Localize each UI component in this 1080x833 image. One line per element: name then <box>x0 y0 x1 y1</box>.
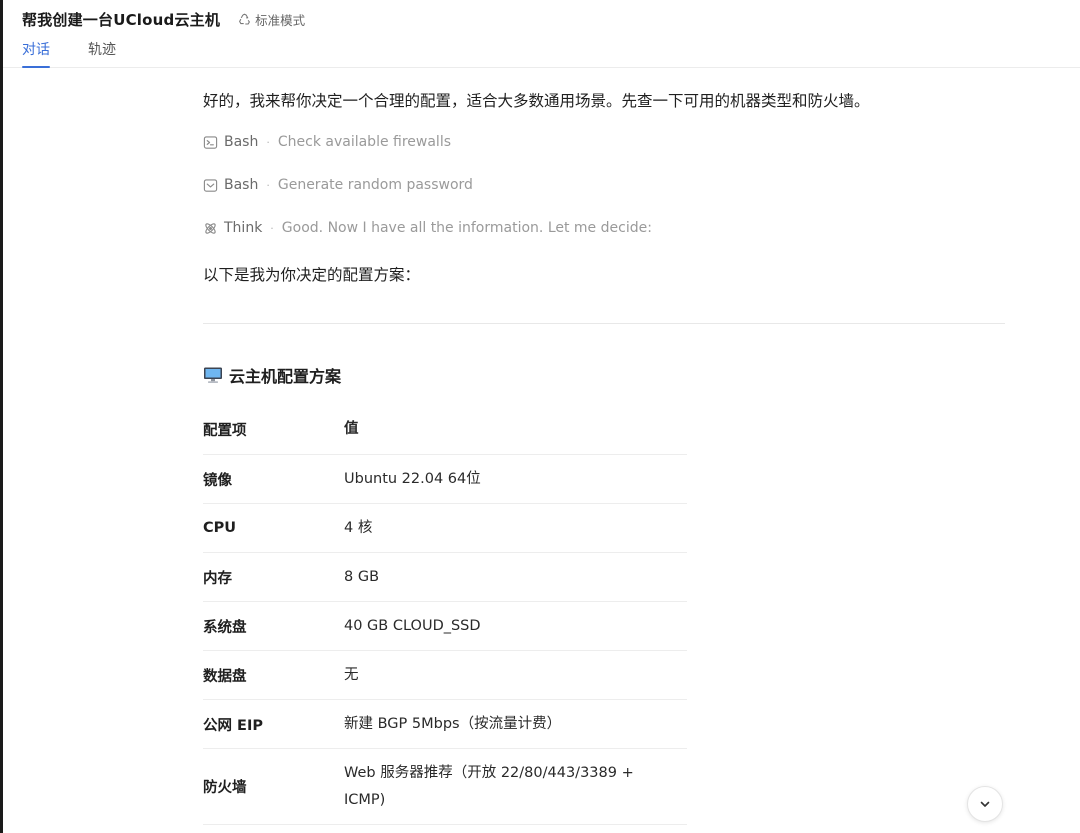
table-cell-value: Ubuntu 22.04 64位 <box>344 470 481 487</box>
table-row: 内存 8 GB <box>203 553 687 602</box>
step-tool-label: Bash <box>224 177 259 193</box>
tool-step-bash-firewalls[interactable]: Bash · Check available firewalls <box>203 134 451 150</box>
table-cell-key: 内存 <box>203 570 232 587</box>
table-cell-value: 无 <box>344 666 359 683</box>
table-row: 防火墙 Web 服务器推荐（开放 22/80/443/3389 + ICMP) <box>203 749 687 825</box>
chevron-box-icon <box>203 178 218 192</box>
table-cell-value: 8 GB <box>344 568 380 585</box>
table-cell-key: CPU <box>203 520 237 536</box>
mode-label: 标准模式 <box>255 13 306 28</box>
table-cell-key: 防火墙 <box>203 780 247 796</box>
table-cell-value: 40 GB CLOUD_SSD <box>344 617 481 634</box>
table-cell-value: Web 服务器推荐（开放 22/80/443/3389 + ICMP) <box>344 764 634 808</box>
assistant-message-intro: 好的，我来帮你决定一个合理的配置，适合大多数通用场景。先查一下可用的机器类型和防… <box>203 92 870 110</box>
table-header-cell: 值 <box>344 421 359 437</box>
tab-conversation[interactable]: 对话 <box>22 40 50 68</box>
table-cell-key: 公网 EIP <box>203 717 263 734</box>
recycle-icon <box>239 13 250 25</box>
tab-bar: 对话 轨迹 <box>22 40 154 68</box>
step-description: Good. Now I have all the information. Le… <box>281 220 652 236</box>
chevron-down-icon <box>980 801 990 807</box>
step-separator: · <box>270 221 274 235</box>
table-cell-key: 镜像 <box>203 472 232 489</box>
table-row: 系统盘 40 GB CLOUD_SSD <box>203 602 687 651</box>
mode-indicator[interactable]: 标准模式 <box>238 10 305 29</box>
step-separator: · <box>266 178 270 192</box>
terminal-icon <box>203 135 218 149</box>
tool-step-bash-password[interactable]: Bash · Generate random password <box>203 177 473 193</box>
table-cell-value: 4 核 <box>344 519 373 536</box>
table-row: 数据盘 无 <box>203 651 687 700</box>
table-row: 镜像 Ubuntu 22.04 64位 <box>203 455 687 504</box>
plan-intro-text: 以下是我为你决定的配置方案： <box>203 266 421 284</box>
step-tool-label: Think <box>224 220 263 236</box>
table-cell-key: 数据盘 <box>203 668 247 685</box>
plan-section-heading: 云主机配置方案 <box>203 363 341 387</box>
page-title: 帮我创建一台UCloud云主机 <box>22 11 221 29</box>
tool-step-think[interactable]: Think · Good. Now I have all the informa… <box>203 220 652 236</box>
config-table: 配置项 值 镜像 Ubuntu 22.04 64位 CPU 4 核 内存 8 G… <box>203 405 687 825</box>
tab-trace[interactable]: 轨迹 <box>88 40 116 68</box>
window-edge <box>0 0 3 833</box>
step-description: Check available firewalls <box>277 134 451 150</box>
step-separator: · <box>266 135 270 149</box>
plan-section-title: 云主机配置方案 <box>229 367 342 386</box>
atom-icon <box>205 222 216 234</box>
desktop-computer-icon <box>204 367 222 383</box>
step-description: Generate random password <box>277 177 473 193</box>
header: 帮我创建一台UCloud云主机 标准模式 对话 轨迹 <box>3 0 1080 68</box>
table-cell-value: 新建 BGP 5Mbps（按流量计费） <box>344 715 562 732</box>
step-tool-label: Bash <box>224 134 259 150</box>
table-header-cell: 配置项 <box>203 423 247 439</box>
table-row: CPU 4 核 <box>203 504 687 553</box>
title-row: 帮我创建一台UCloud云主机 标准模式 <box>22 9 305 30</box>
table-row: 公网 EIP 新建 BGP 5Mbps（按流量计费） <box>203 700 687 749</box>
scroll-to-bottom-button[interactable] <box>967 786 1003 822</box>
table-cell-key: 系统盘 <box>203 619 247 636</box>
table-header-row: 配置项 值 <box>203 405 687 455</box>
section-divider <box>203 323 1005 324</box>
